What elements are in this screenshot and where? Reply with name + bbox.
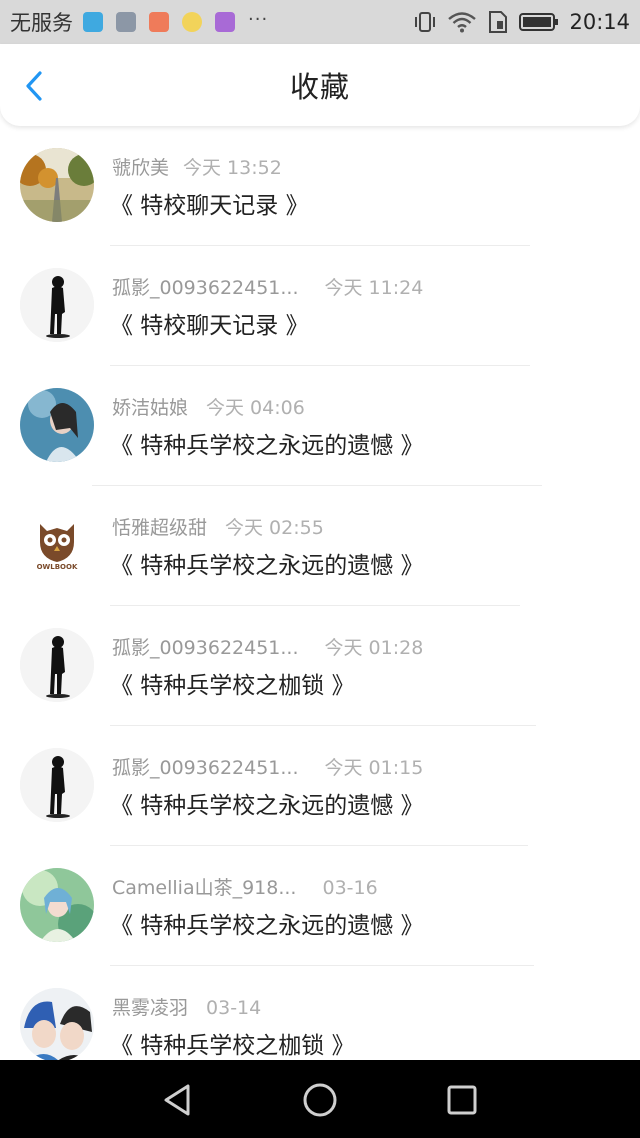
notification-app-icon	[83, 12, 103, 32]
list-item[interactable]: 孤影_0093622451... 今天 11:24 《 特校聊天记录 》	[0, 246, 640, 366]
notification-gallery-icon	[116, 12, 136, 32]
nav-back-icon[interactable]	[158, 1080, 198, 1120]
clock: 20:14	[569, 10, 630, 34]
book-title[interactable]: 《 特种兵学校之永远的遗憾 》	[110, 906, 424, 940]
notification-keyboard-icon	[215, 12, 235, 32]
avatar[interactable]	[20, 628, 94, 702]
book-title[interactable]: 《 特种兵学校之永远的遗憾 》	[110, 426, 424, 460]
timestamp: 今天 01:28	[324, 637, 424, 659]
book-title[interactable]: 《 特种兵学校之枷锁 》	[110, 666, 355, 700]
username[interactable]: 孤影_0093622451...	[112, 277, 299, 299]
timestamp: 03-14	[206, 997, 262, 1019]
username[interactable]: 孤影_0093622451...	[112, 637, 299, 659]
avatar[interactable]	[20, 748, 94, 822]
avatar[interactable]: OWLBOOK	[20, 508, 94, 582]
list-item[interactable]: 孤影_0093622451... 今天 01:28 《 特种兵学校之枷锁 》	[0, 606, 640, 726]
sim-card-icon	[489, 11, 508, 33]
status-bar: 无服务 ··· 20:14	[0, 0, 640, 44]
avatar[interactable]	[20, 868, 94, 942]
timestamp: 03-16	[322, 877, 378, 899]
username[interactable]: 黑雾凌羽	[112, 997, 188, 1019]
username[interactable]: 虢欣美	[112, 157, 169, 179]
nav-recents-icon[interactable]	[442, 1080, 482, 1120]
notification-video-icon	[149, 12, 169, 32]
book-title[interactable]: 《 特种兵学校之枷锁 》	[110, 1026, 355, 1060]
notification-emoji-icon	[182, 12, 202, 32]
username[interactable]: 孤影_0093622451...	[112, 757, 299, 779]
timestamp: 今天 01:15	[324, 757, 424, 779]
nav-home-icon[interactable]	[300, 1080, 340, 1120]
avatar[interactable]	[20, 268, 94, 342]
favorites-list[interactable]: 虢欣美 今天 13:52 《 特校聊天记录 》 孤影_0093622451... 今…	[0, 126, 640, 1060]
timestamp: 今天 11:24	[324, 277, 424, 299]
timestamp: 今天 04:06	[206, 397, 305, 419]
vibrate-icon	[415, 12, 436, 32]
username[interactable]: 恬雅超级甜	[112, 517, 207, 539]
wifi-icon	[448, 12, 477, 33]
timestamp: 今天 02:55	[225, 517, 324, 539]
list-item[interactable]: 虢欣美 今天 13:52 《 特校聊天记录 》	[0, 126, 640, 246]
list-item[interactable]: OWLBOOK 恬雅超级甜 今天 02:55 《 特种兵学校之永远的遗憾 》	[0, 486, 640, 606]
more-notifications-icon: ···	[248, 8, 269, 30]
username[interactable]: 娇洁姑娘	[112, 397, 188, 419]
list-item[interactable]: 孤影_0093622451... 今天 01:15 《 特种兵学校之永远的遗憾 》	[0, 726, 640, 846]
book-title[interactable]: 《 特种兵学校之永远的遗憾 》	[110, 546, 424, 580]
list-item[interactable]: 娇洁姑娘 今天 04:06 《 特种兵学校之永远的遗憾 》	[0, 366, 640, 486]
username[interactable]: Camellia山茶_918...	[112, 877, 296, 899]
page-title: 收藏	[289, 70, 350, 104]
avatar[interactable]	[20, 388, 94, 462]
back-arrow-icon[interactable]	[20, 70, 50, 102]
list-item[interactable]: Camellia山茶_918... 03-16 《 特种兵学校之永远的遗憾 》	[0, 846, 640, 966]
list-item[interactable]: 黑雾凌羽 03-14 《 特种兵学校之枷锁 》	[0, 966, 640, 1060]
avatar[interactable]	[20, 988, 94, 1060]
book-title[interactable]: 《 特校聊天记录 》	[110, 306, 309, 340]
navigation-bar	[0, 1060, 640, 1138]
book-title[interactable]: 《 特种兵学校之永远的遗憾 》	[110, 786, 424, 820]
book-title[interactable]: 《 特校聊天记录 》	[110, 186, 309, 220]
avatar[interactable]	[20, 148, 94, 222]
header: 收藏	[0, 44, 640, 126]
battery-icon	[519, 13, 559, 31]
owlbook-logo-text: OWLBOOK	[36, 563, 78, 571]
timestamp: 今天 13:52	[183, 157, 282, 179]
carrier-label: 无服务	[10, 11, 73, 35]
